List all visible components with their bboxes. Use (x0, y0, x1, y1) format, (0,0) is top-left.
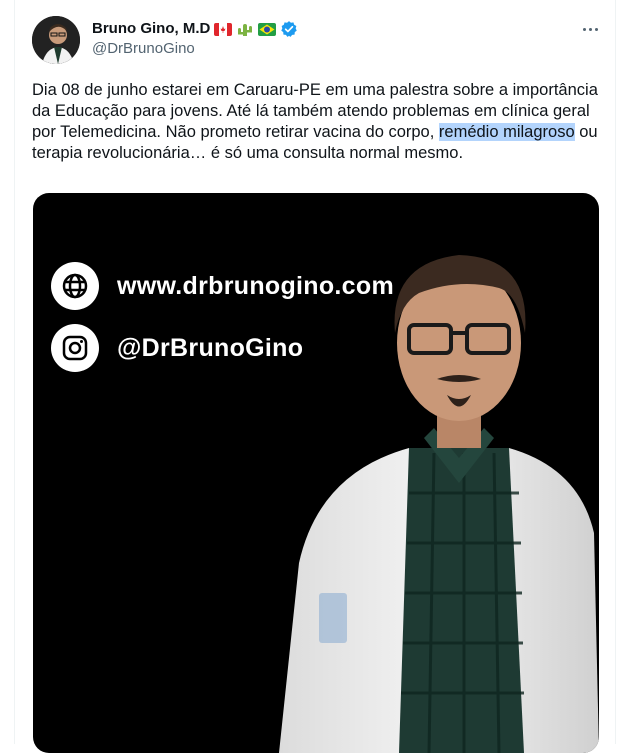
doctor-portrait-image (279, 255, 599, 753)
more-dots-icon (582, 27, 586, 31)
verified-badge-icon[interactable] (280, 20, 298, 38)
tweet-text-highlight: remédio milagroso (438, 123, 575, 141)
author-handle[interactable]: @DrBrunoGino (92, 40, 195, 58)
more-dot (594, 27, 598, 31)
author-display-name[interactable]: Bruno Gino, M.D (92, 20, 210, 38)
instagram-icon (51, 324, 99, 372)
tweet-media-image[interactable]: www.drbrunogino.com @DrBrunoGino (33, 193, 599, 753)
canada-flag-icon (214, 22, 233, 36)
globe-icon (51, 262, 99, 310)
more-options-button[interactable] (580, 22, 600, 36)
tweet-text: Dia 08 de junho estarei em Caruaru-PE em… (32, 80, 598, 164)
cactus-icon (236, 23, 254, 36)
avatar[interactable] (32, 16, 80, 64)
brazil-flag-icon (258, 22, 277, 36)
more-dot (588, 27, 592, 31)
author-name-row[interactable]: Bruno Gino, M.D (92, 20, 298, 38)
